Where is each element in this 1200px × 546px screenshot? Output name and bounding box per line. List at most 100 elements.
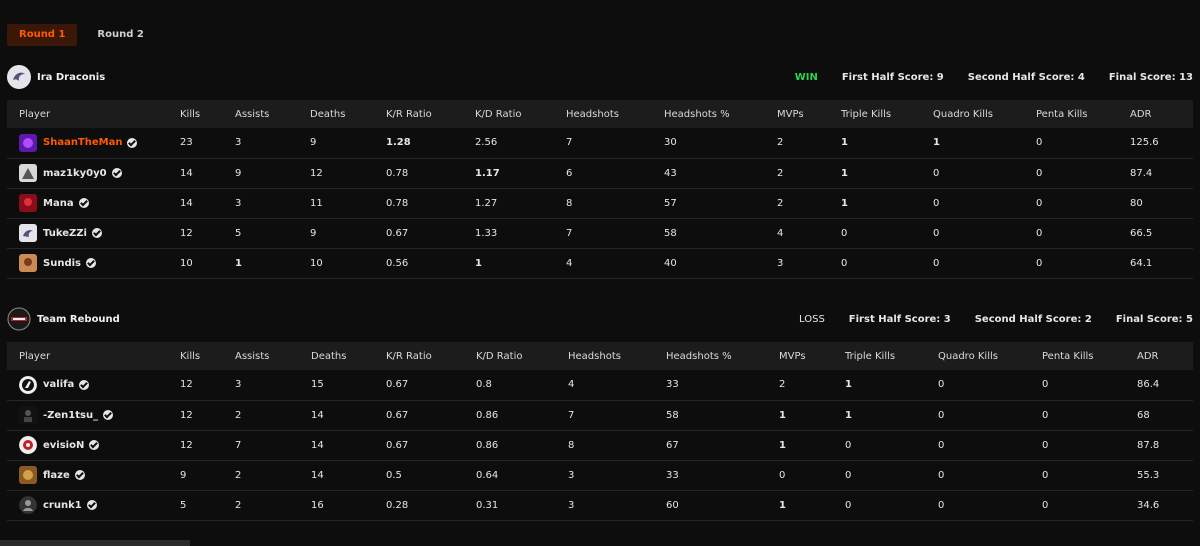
kd-ratio: 0.64 [476,469,499,481]
triple-kills: 1 [845,409,852,421]
col-kr-ratio[interactable]: K/R Ratio [386,342,476,370]
quadro-kills: 0 [933,227,940,239]
adr: 55.3 [1137,469,1160,481]
headshots-pct: 33 [666,469,679,481]
headshots-pct: 33 [666,379,679,391]
col-player[interactable]: Player [7,100,180,128]
triple-kills: 0 [845,499,852,511]
col-triple-kills[interactable]: Triple Kills [841,100,933,128]
col-assists[interactable]: Assists [235,342,311,370]
assists: 2 [235,409,242,421]
triple-kills: 1 [841,197,848,209]
col-kills[interactable]: Kills [180,342,235,370]
team-header-team-rebound: Team Rebound LOSS First Half Score: 3 Se… [7,306,1193,332]
headshots-pct: 67 [666,439,679,451]
table-row: valifa 12 3 15 0.67 0.8 4 33 2 1 0 0 86.… [7,370,1193,400]
penta-kills: 0 [1036,227,1043,239]
headshots-pct: 40 [664,257,677,269]
col-kr-ratio[interactable]: K/R Ratio [386,100,475,128]
headshots: 7 [568,409,575,421]
verified-icon [86,500,97,510]
avatar [19,375,37,394]
adr: 68 [1137,409,1150,421]
team-name: Ira Draconis [37,71,106,83]
kr-ratio: 0.56 [386,257,409,269]
table-row: crunk1 5 2 16 0.28 0.31 3 60 1 0 0 0 34.… [7,490,1193,520]
col-kills[interactable]: Kills [180,100,235,128]
mvps: 2 [779,379,786,391]
col-penta-kills[interactable]: Penta Kills [1042,342,1137,370]
tab-round-1[interactable]: Round 1 [7,24,78,46]
col-deaths[interactable]: Deaths [310,100,386,128]
quadro-kills: 0 [938,379,945,391]
verified-icon [91,228,102,238]
player-name: -Zen1tsu_ [43,409,99,421]
team-score-summary: LOSS First Half Score: 3 Second Half Sco… [775,314,1193,325]
quadro-kills: 0 [933,167,940,179]
col-assists[interactable]: Assists [235,100,310,128]
player-link[interactable]: maz1ky0y0 [19,164,180,182]
table-row: maz1ky0y0 14 9 12 0.78 1.17 6 43 2 1 0 0… [7,158,1193,188]
player-link[interactable]: Mana [19,194,180,212]
assists: 3 [235,137,242,149]
deaths: 14 [311,469,324,481]
player-link[interactable]: Sundis [19,254,180,272]
col-headshots-pct[interactable]: Headshots % [664,100,777,128]
col-mvps[interactable]: MVPs [779,342,845,370]
headshots: 8 [568,439,575,451]
triple-kills: 1 [841,137,848,149]
assists: 7 [235,439,242,451]
table-header-row: Player Kills Assists Deaths K/R Ratio K/… [7,100,1193,128]
col-penta-kills[interactable]: Penta Kills [1036,100,1130,128]
player-link[interactable]: flaze [19,466,180,484]
kr-ratio: 1.28 [386,137,411,149]
col-triple-kills[interactable]: Triple Kills [845,342,938,370]
headshots: 7 [566,227,573,239]
quadro-kills: 0 [938,439,945,451]
col-headshots[interactable]: Headshots [568,342,666,370]
table-row: TukeZZi 12 5 9 0.67 1.33 7 58 4 0 0 0 66… [7,218,1193,248]
assists: 3 [235,379,242,391]
kills: 10 [180,257,193,269]
tab-round-2[interactable]: Round 2 [85,24,155,46]
kr-ratio: 0.78 [386,167,409,179]
player-link[interactable]: ShaanTheMan [19,133,180,152]
kr-ratio: 0.67 [386,439,409,451]
penta-kills: 0 [1042,409,1049,421]
headshots-pct: 30 [664,137,677,149]
col-headshots-pct[interactable]: Headshots % [666,342,779,370]
col-kd-ratio[interactable]: K/D Ratio [476,342,568,370]
avatar [19,254,37,272]
triple-kills: 0 [841,227,848,239]
col-adr[interactable]: ADR [1130,100,1193,128]
adr: 34.6 [1137,499,1160,511]
player-link[interactable]: crunk1 [19,496,180,514]
quadro-kills: 1 [933,137,940,149]
table-row: Mana 14 3 11 0.78 1.27 8 57 2 1 0 0 80 [7,188,1193,218]
col-quadro-kills[interactable]: Quadro Kills [938,342,1042,370]
kills: 9 [180,469,187,481]
player-name: crunk1 [43,499,82,511]
kr-ratio: 0.28 [386,499,409,511]
mvps: 1 [779,439,786,451]
penta-kills: 0 [1036,137,1043,149]
col-mvps[interactable]: MVPs [777,100,841,128]
player-link[interactable]: evisioN [19,436,180,454]
player-link[interactable]: -Zen1tsu_ [19,406,180,424]
col-player[interactable]: Player [7,342,180,370]
kills: 12 [180,439,193,451]
player-link[interactable]: TukeZZi [19,224,180,242]
player-link[interactable]: valifa [19,375,180,394]
kd-ratio: 0.8 [476,379,492,391]
final-score: Final Score: 13 [1108,71,1193,83]
col-adr[interactable]: ADR [1137,342,1193,370]
second-half-score: Second Half Score: 4 [967,71,1085,83]
deaths: 9 [310,137,317,149]
avatar [19,133,37,152]
col-quadro-kills[interactable]: Quadro Kills [933,100,1036,128]
headshots: 8 [566,197,573,209]
team-logo-icon [7,65,31,89]
col-headshots[interactable]: Headshots [566,100,664,128]
col-deaths[interactable]: Deaths [311,342,386,370]
col-kd-ratio[interactable]: K/D Ratio [475,100,566,128]
